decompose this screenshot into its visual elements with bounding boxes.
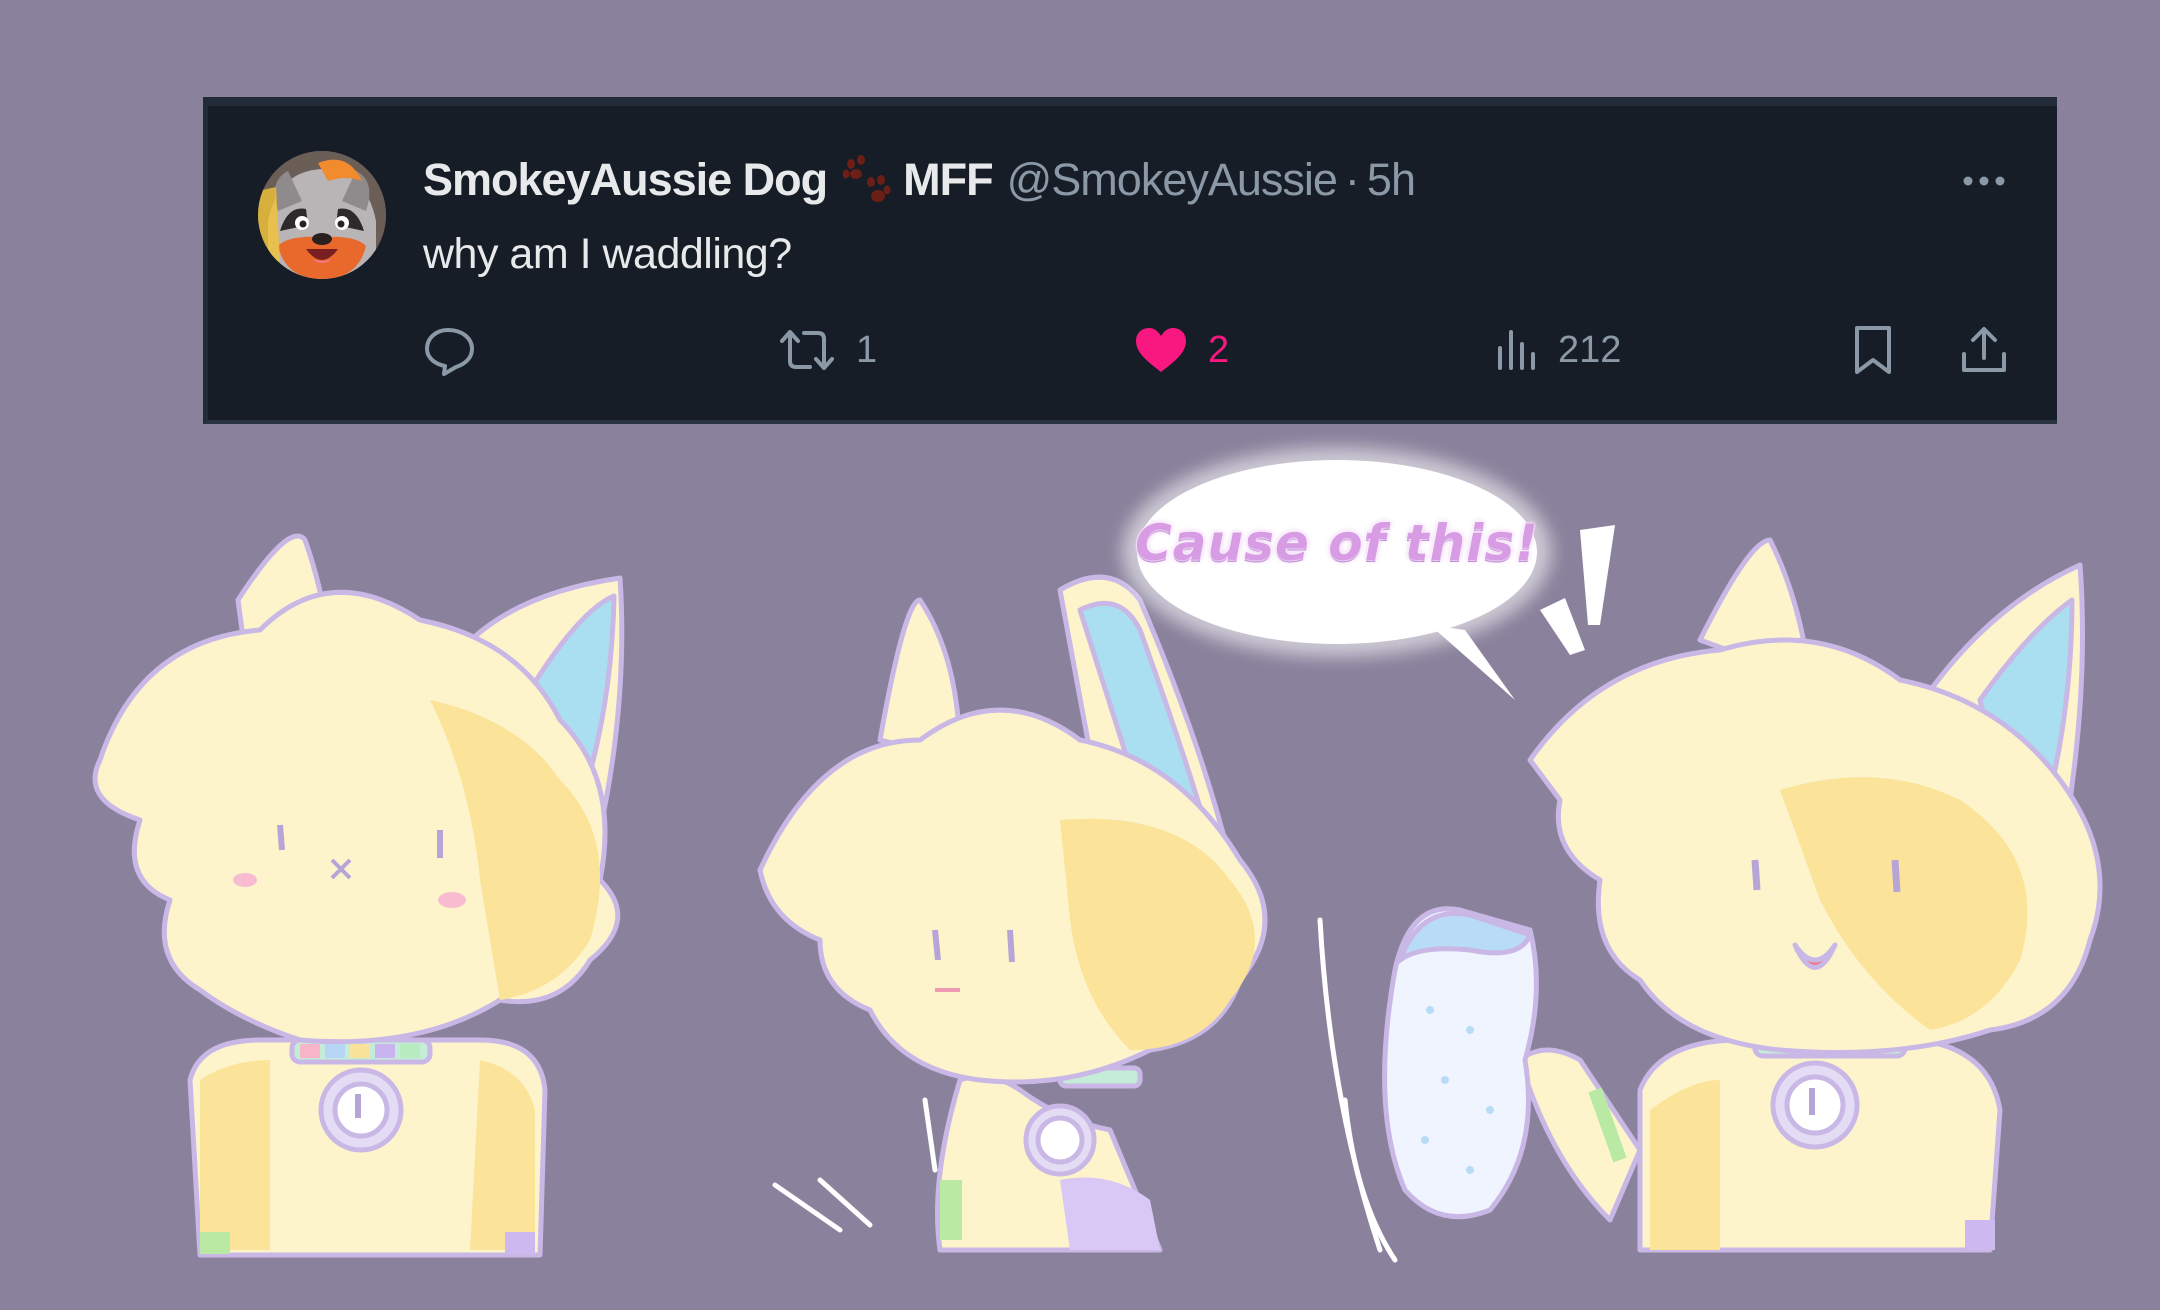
view-count: 212 — [1558, 328, 1622, 371]
retweet-count: 1 — [856, 328, 878, 371]
display-name[interactable]: SmokeyAussie Dog — [423, 154, 828, 206]
bookmark-icon — [1855, 326, 1891, 374]
retweet-icon — [780, 330, 834, 370]
name-suffix: MFF — [903, 154, 993, 205]
comic-scene: SmokeyAussie Dog MFF @SmokeyAussie · 5h … — [0, 0, 2160, 1310]
tweet-card[interactable]: SmokeyAussie Dog MFF @SmokeyAussie · 5h … — [203, 97, 2057, 424]
views-button[interactable]: 212 — [1496, 320, 1621, 380]
avatar-image — [258, 151, 386, 279]
heart-icon — [1136, 328, 1186, 372]
reply-icon — [425, 328, 474, 376]
tweet-header: SmokeyAussie Dog MFF @SmokeyAussie · 5h — [423, 154, 1416, 206]
share-icon — [1962, 327, 2006, 372]
reply-button[interactable] — [422, 320, 478, 380]
character-middle — [757, 574, 1268, 1253]
paw-icon — [841, 154, 891, 206]
character-left — [92, 533, 625, 1258]
more-icon[interactable] — [1959, 166, 2009, 196]
tweet-text: why am I waddling? — [423, 230, 792, 278]
user-handle[interactable]: @SmokeyAussie — [1007, 154, 1338, 206]
motion-lines — [772, 917, 1398, 1263]
character-right — [1517, 537, 2103, 1253]
speech-bubble — [1122, 447, 1552, 700]
diaper-illustration — [1382, 906, 1539, 1220]
share-button[interactable] — [1960, 320, 2008, 380]
timestamp[interactable]: 5h — [1367, 154, 1416, 206]
avatar[interactable] — [258, 151, 386, 279]
retweet-button[interactable]: 1 — [778, 320, 877, 380]
separator-dot: · — [1344, 154, 1360, 205]
speech-bubble-text: Cause of this! — [1135, 514, 1539, 572]
like-count: 2 — [1208, 328, 1230, 371]
bookmark-button[interactable] — [1852, 320, 1894, 380]
like-button[interactable]: 2 — [1134, 320, 1229, 380]
views-icon — [1498, 330, 1535, 370]
